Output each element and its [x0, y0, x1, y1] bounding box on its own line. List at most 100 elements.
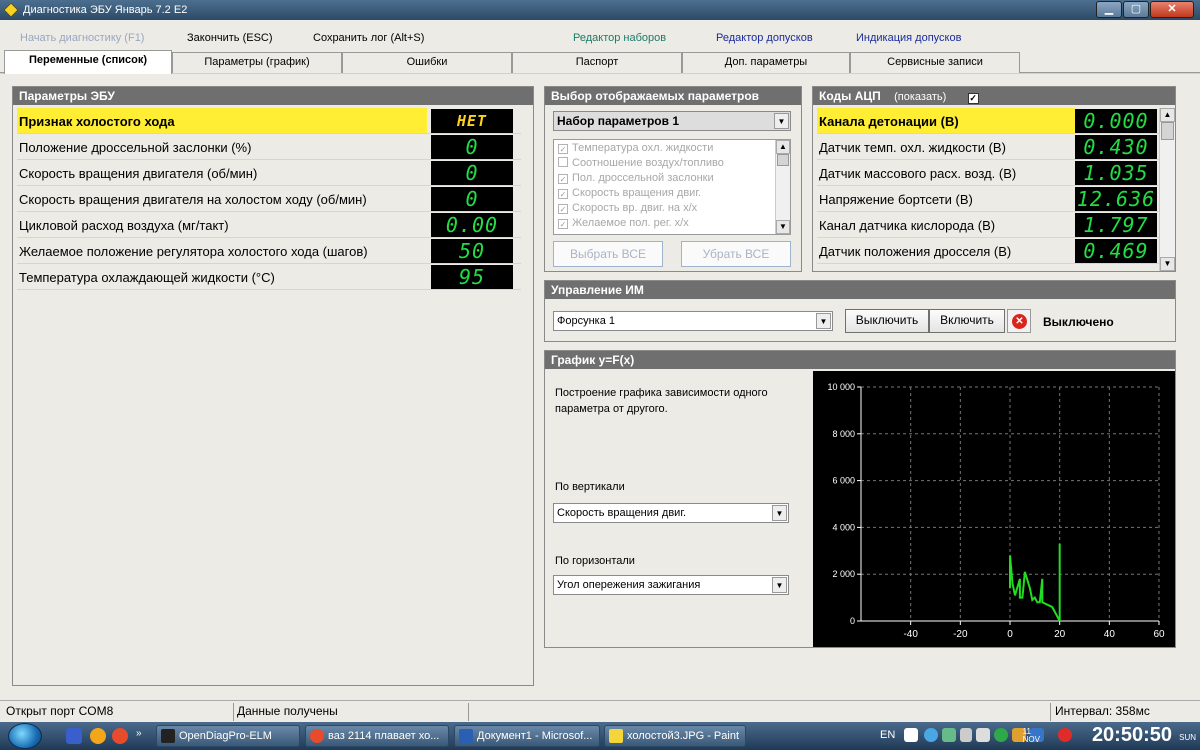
ecu-row[interactable]: Положение дроссельной заслонки (%) 0 — [17, 134, 521, 160]
tab-service-records[interactable]: Сервисные записи — [850, 52, 1020, 73]
tray-icon[interactable] — [960, 728, 972, 742]
horizontal-parameter-value: Угол опережения зажигания — [557, 579, 701, 591]
scroll-down-icon[interactable]: ▼ — [1160, 257, 1175, 271]
scroll-thumb[interactable] — [1161, 122, 1174, 140]
status-separator — [468, 703, 469, 721]
tab-variables-list[interactable]: Переменные (список) — [4, 50, 172, 74]
ecu-row-label: Признак холостого хода — [19, 114, 175, 129]
tray-b-icon[interactable] — [904, 728, 918, 742]
adc-row[interactable]: Канал датчика кислорода (В) 1.797 — [817, 212, 1163, 238]
ecu-row-label: Положение дроссельной заслонки (%) — [19, 140, 252, 155]
scroll-up-icon[interactable]: ▲ — [1160, 108, 1175, 122]
sets-editor-link[interactable]: Редактор наборов — [573, 32, 666, 44]
actuator-dropdown-value: Форсунка 1 — [557, 315, 616, 327]
adc-row-label: Канал датчика кислорода (В) — [819, 218, 996, 233]
language-indicator[interactable]: EN — [880, 729, 895, 750]
quicklaunch-icon[interactable] — [90, 728, 106, 744]
ecu-row[interactable]: Скорость вращения двигателя (об/мин) 0 — [17, 160, 521, 186]
start-button[interactable] — [8, 723, 42, 749]
graph-panel: График y=F(x) Построение графика зависим… — [544, 350, 1176, 648]
actuator-status: Выключено — [1043, 315, 1114, 329]
select-all-button[interactable]: Выбрать ВСЕ — [553, 241, 663, 267]
tolerance-editor-link[interactable]: Редактор допусков — [716, 32, 813, 44]
clock-time[interactable]: 20:50:50 — [1092, 724, 1172, 747]
ecu-row[interactable]: Цикловой расход воздуха (мг/такт) 0.00 — [17, 212, 521, 238]
save-log-button[interactable]: Сохранить лог (Alt+S) — [313, 32, 424, 44]
expand-icon[interactable]: » — [136, 728, 146, 744]
chevron-down-icon[interactable]: ▼ — [816, 313, 831, 329]
deselect-all-button[interactable]: Убрать ВСЕ — [681, 241, 791, 267]
tray-icon[interactable] — [942, 728, 956, 742]
parameter-selection-panel: Выбор отображаемых параметров Набор пара… — [544, 86, 802, 272]
start-diagnostics-button[interactable]: Начать диагностику (F1) — [20, 32, 144, 44]
quicklaunch-icon[interactable] — [66, 728, 82, 744]
actuator-dropdown[interactable]: Форсунка 1 ▼ — [553, 311, 833, 331]
task-browser[interactable]: ваз 2114 плавает хо... — [305, 725, 449, 747]
checkbox-checked-icon[interactable]: ✓ — [558, 144, 568, 154]
checkbox-checked-icon[interactable]: ✓ — [558, 174, 568, 184]
checklist-scrollbar[interactable]: ▲ ▼ — [775, 140, 790, 234]
adc-row[interactable]: Датчик темп. охл. жидкости (В) 0.430 — [817, 134, 1163, 160]
y-tick-label: 0 — [850, 616, 855, 626]
parameter-set-dropdown[interactable]: Набор параметров 1 ▼ — [553, 111, 791, 131]
command-bar: Начать диагностику (F1) Закончить (ESC) … — [0, 20, 1200, 50]
ecu-row-label: Скорость вращения двигателя (об/мин) — [19, 166, 258, 181]
ecu-row-value: 0 — [431, 161, 513, 185]
tray-icon[interactable] — [924, 728, 938, 742]
network-icon[interactable] — [994, 728, 1008, 742]
checklist-item[interactable]: ✓ Желаемое пол. рег. х/х — [558, 217, 689, 232]
checkbox-checked-icon[interactable]: ✓ — [558, 204, 568, 214]
scroll-up-icon[interactable]: ▲ — [776, 140, 790, 154]
chevron-down-icon[interactable]: ▼ — [774, 113, 789, 129]
ecu-row[interactable]: Температура охлаждающей жидкости (°C) 95 — [17, 264, 521, 290]
checklist-item[interactable]: ✓ Скорость вращения двиг. — [558, 187, 701, 202]
task-opendiag[interactable]: OpenDiagPro-ELM — [156, 725, 300, 747]
ecu-row[interactable]: Скорость вращения двигателя на холостом … — [17, 186, 521, 212]
turn-on-button[interactable]: Включить — [929, 309, 1005, 333]
horizontal-parameter-dropdown[interactable]: Угол опережения зажигания ▼ — [553, 575, 789, 595]
tab-errors[interactable]: Ошибки — [342, 52, 512, 73]
tolerance-indication-link[interactable]: Индикация допусков — [856, 32, 961, 44]
task-paint[interactable]: холостой3.JPG - Paint — [604, 725, 746, 747]
adc-row[interactable]: Датчик массового расх. возд. (В) 1.035 — [817, 160, 1163, 186]
adc-scrollbar[interactable]: ▲ ▼ — [1159, 108, 1175, 271]
vertical-parameter-dropdown[interactable]: Скорость вращения двиг. ▼ — [553, 503, 789, 523]
minimize-button[interactable]: ▁ — [1096, 1, 1122, 18]
close-button[interactable]: ✕ — [1150, 1, 1194, 18]
window-title: Диагностика ЭБУ Январь 7.2 E2 — [23, 4, 188, 16]
adc-row[interactable]: Напряжение бортсети (В) 12.636 — [817, 186, 1163, 212]
turn-off-button[interactable]: Выключить — [845, 309, 929, 333]
adc-row[interactable]: Датчик положения дросселя (В) 0.469 — [817, 238, 1163, 264]
checklist-item[interactable]: Соотношение воздух/топливо — [558, 157, 724, 172]
ecu-row[interactable]: Признак холостого хода НЕТ — [17, 108, 521, 134]
y-tick-label: 4 000 — [832, 522, 855, 532]
ecu-row-value: 95 — [431, 265, 513, 289]
checkbox-unchecked-icon[interactable] — [558, 157, 568, 167]
checkbox-checked-icon[interactable]: ✓ — [558, 219, 568, 229]
adc-row[interactable]: Канала детонации (В) 0.000 — [817, 108, 1163, 134]
parameter-checklist[interactable]: ✓ Температура охл. жидкости Соотношение в… — [553, 139, 791, 235]
tab-extra-parameters[interactable]: Доп. параметры — [682, 52, 850, 73]
tray-icon[interactable] — [1058, 728, 1072, 742]
adc-row-value: 0.000 — [1075, 109, 1157, 133]
checklist-item[interactable]: ✓ Пол. дроссельной заслонки — [558, 172, 714, 187]
volume-icon[interactable] — [976, 728, 990, 742]
tab-parameters-graph[interactable]: Параметры (график) — [172, 52, 342, 73]
ecu-row[interactable]: Желаемое положение регулятора холостого … — [17, 238, 521, 264]
tab-passport[interactable]: Паспорт — [512, 52, 682, 73]
scroll-down-icon[interactable]: ▼ — [776, 220, 790, 234]
checklist-item[interactable]: ✓ Скорость вр. двиг. на х/х — [558, 202, 697, 217]
chevron-down-icon[interactable]: ▼ — [772, 505, 787, 521]
finish-button[interactable]: Закончить (ESC) — [187, 32, 273, 44]
scroll-thumb[interactable] — [777, 154, 789, 166]
checklist-item[interactable]: ✓ Температура охл. жидкости — [558, 142, 713, 157]
y-tick-label: 10 000 — [827, 382, 855, 392]
maximize-button[interactable]: ▢ — [1123, 1, 1149, 18]
ecu-row-value: НЕТ — [431, 109, 513, 133]
chevron-down-icon[interactable]: ▼ — [772, 577, 787, 593]
checkbox-checked-icon[interactable]: ✓ — [558, 189, 568, 199]
task-word[interactable]: Документ1 - Microsof... — [454, 725, 600, 747]
chrome-icon — [310, 729, 324, 743]
chrome-icon[interactable] — [112, 728, 128, 744]
adc-show-checkbox[interactable]: ✓ — [967, 93, 979, 104]
